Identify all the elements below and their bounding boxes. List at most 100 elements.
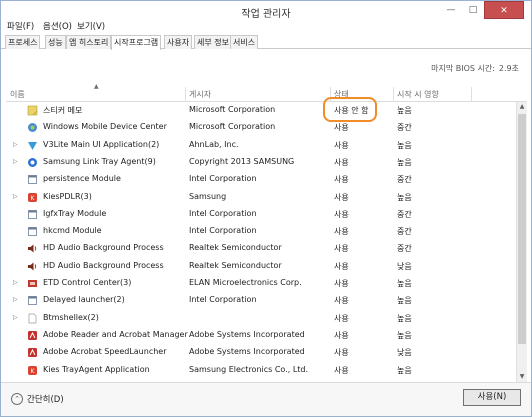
- mobile-device-icon: [27, 122, 38, 133]
- menu-options[interactable]: 옵션(O): [41, 21, 74, 34]
- program-publisher: Intel Corporation: [189, 295, 257, 305]
- program-status: 사용: [334, 244, 349, 254]
- bios-time: 마지막 BIOS 시간: 2.9초: [427, 63, 519, 74]
- tab-processes[interactable]: 프로세스: [5, 35, 41, 49]
- program-name: Windows Mobile Device Center: [43, 122, 167, 132]
- program-startup-impact: 높음: [397, 296, 412, 306]
- program-startup-impact: 높음: [397, 192, 412, 202]
- tab-performance[interactable]: 성능: [45, 35, 66, 49]
- program-publisher: Intel Corporation: [189, 226, 257, 236]
- program-startup-impact: 중간: [397, 123, 412, 133]
- program-publisher: Copyright 2013 SAMSUNG: [189, 156, 295, 166]
- startup-row[interactable]: ▷ K KiesPDLR(3) Samsung 사용 높음: [6, 189, 516, 206]
- program-status: 사용: [334, 192, 349, 202]
- adobe-icon: [27, 330, 38, 341]
- sort-ascending-icon: ▲: [94, 83, 99, 90]
- program-name: Btmshellex(2): [43, 312, 99, 322]
- program-publisher: Microsoft Corporation: [189, 105, 276, 114]
- program-publisher: Microsoft Corporation: [189, 122, 276, 132]
- speaker-icon: [27, 243, 38, 254]
- scroll-up-icon[interactable]: ▲: [517, 102, 527, 112]
- program-name: Adobe Acrobat SpeedLauncher: [43, 347, 167, 357]
- startup-row[interactable]: ▷ Delayed launcher(2) Intel Corporation 사용 높…: [6, 292, 516, 309]
- column-divider[interactable]: [393, 87, 394, 102]
- menu-view[interactable]: 보기(V): [75, 21, 107, 34]
- app-icon: [27, 174, 38, 185]
- tab-services[interactable]: 서비스: [230, 35, 259, 49]
- program-publisher: Samsung: [189, 191, 227, 201]
- program-publisher: Realtek Semiconductor: [189, 243, 282, 253]
- expand-arrow-icon[interactable]: ▷: [13, 296, 18, 303]
- column-divider[interactable]: [185, 87, 186, 102]
- program-startup-impact: 높음: [397, 279, 412, 288]
- program-status: 사용: [334, 227, 349, 237]
- program-startup-impact: 높음: [397, 140, 412, 150]
- expand-arrow-icon[interactable]: ▷: [13, 279, 18, 286]
- startup-row[interactable]: persistence Module Intel Corporation 사용 중간: [6, 171, 516, 188]
- column-startup-impact[interactable]: 시작 시 영향: [397, 89, 439, 100]
- startup-row[interactable]: hkcmd Module Intel Corporation 사용 중간: [6, 223, 516, 240]
- tab-startup[interactable]: 시작프로그램: [111, 35, 162, 50]
- program-startup-impact: 높음: [397, 313, 412, 323]
- program-name: 스티커 메모: [43, 106, 83, 115]
- startup-row[interactable]: ▷ V3Lite Main UI Application(2) AhnLab, In…: [6, 137, 516, 154]
- tab-details[interactable]: 세부 정보: [194, 35, 232, 49]
- chevron-up-icon[interactable]: ⌃: [11, 393, 23, 405]
- startup-row[interactable]: Windows Mobile Device Center Microsoft Co…: [6, 119, 516, 136]
- expand-arrow-icon[interactable]: ▷: [13, 141, 18, 148]
- kies-icon: K: [27, 192, 38, 203]
- samsung-link-icon: [27, 157, 38, 168]
- status-highlight-circle: [323, 97, 377, 122]
- startup-row[interactable]: HD Audio Background Process Realtek Semic…: [6, 258, 516, 275]
- program-status: 사용: [334, 296, 349, 306]
- expand-arrow-icon[interactable]: ▷: [13, 158, 18, 165]
- file-icon: [27, 313, 38, 324]
- sticky-notes-icon: [27, 105, 38, 116]
- startup-row[interactable]: K Kies TrayAgent Application Samsung Elect…: [6, 362, 516, 379]
- program-startup-impact: 중간: [397, 175, 412, 185]
- column-publisher[interactable]: 게시자: [189, 89, 211, 100]
- fewer-details-label[interactable]: 간단히(D): [27, 393, 64, 405]
- scroll-thumb[interactable]: [518, 114, 526, 344]
- tab-users[interactable]: 사용자: [164, 35, 193, 49]
- adobe-icon: [27, 347, 38, 358]
- app-icon: [27, 226, 38, 237]
- menu-bar: 파일(F) 옵션(O) 보기(V): [1, 21, 531, 34]
- expand-arrow-icon[interactable]: ▷: [13, 193, 18, 200]
- startup-row[interactable]: Adobe Reader and Acrobat Manager Adobe Sy…: [6, 327, 516, 344]
- program-name: HD Audio Background Process: [43, 260, 164, 270]
- column-name[interactable]: 이름: [10, 89, 25, 100]
- close-button[interactable]: ✕: [484, 1, 524, 19]
- program-status: 사용: [334, 348, 349, 358]
- program-status: 사용: [334, 123, 349, 133]
- program-name: KiesPDLR(3): [43, 191, 92, 201]
- startup-row[interactable]: ▷ Samsung Link Tray Agent(9) Copyright 201…: [6, 154, 516, 171]
- program-name: Samsung Link Tray Agent(9): [43, 156, 156, 166]
- program-name: V3Lite Main UI Application(2): [43, 139, 160, 149]
- column-divider[interactable]: [471, 87, 472, 102]
- program-name: Kies TrayAgent Application: [43, 364, 150, 374]
- program-publisher: Adobe Systems Incorporated: [189, 347, 305, 357]
- program-name: Delayed launcher(2): [43, 295, 125, 305]
- program-publisher: Intel Corporation: [189, 174, 257, 184]
- startup-row[interactable]: HD Audio Background Process Realtek Semic…: [6, 240, 516, 257]
- fewer-details-toggle[interactable]: ⌃ 간단히(D): [11, 392, 64, 406]
- program-startup-impact: 중간: [397, 209, 412, 219]
- enable-button[interactable]: 사용(N): [463, 389, 521, 406]
- app-icon: [27, 209, 38, 220]
- vertical-scrollbar[interactable]: ▲ ▼: [516, 102, 527, 382]
- tab-app-history[interactable]: 앱 히스토리: [66, 35, 112, 49]
- program-name: IgfxTray Module: [43, 208, 107, 218]
- startup-row[interactable]: ▷ Btmshellex(2) 사용 높음: [6, 310, 516, 327]
- program-publisher: ELAN Microelectronics Corp.: [189, 278, 302, 287]
- expand-arrow-icon[interactable]: ▷: [13, 314, 18, 321]
- scroll-down-icon[interactable]: ▼: [517, 372, 527, 382]
- program-startup-impact: 낮음: [397, 261, 412, 271]
- startup-row[interactable]: 스티커 메모 Microsoft Corporation 사용 안 함 높음: [6, 102, 516, 119]
- startup-row[interactable]: ▷ ETD Control Center(3) ELAN Microelectron…: [6, 275, 516, 292]
- startup-row[interactable]: Adobe Acrobat SpeedLauncher Adobe Systems…: [6, 344, 516, 361]
- minimize-button[interactable]: —: [440, 1, 462, 19]
- menu-file[interactable]: 파일(F): [5, 21, 36, 34]
- startup-row[interactable]: IgfxTray Module Intel Corporation 사용 중간: [6, 206, 516, 223]
- maximize-button[interactable]: □: [462, 1, 484, 19]
